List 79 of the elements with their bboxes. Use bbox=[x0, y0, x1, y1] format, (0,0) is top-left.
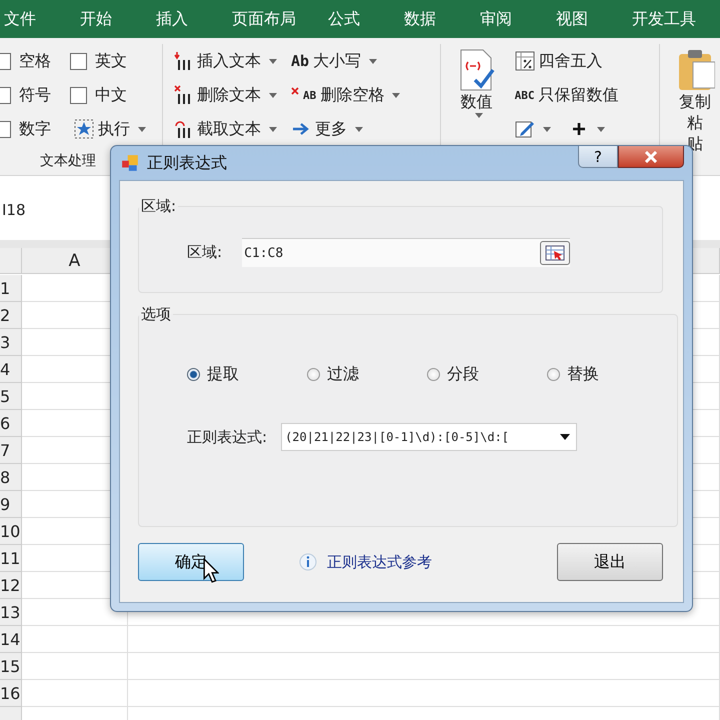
tool-button[interactable]: 更多 bbox=[287, 112, 404, 146]
edit-icon bbox=[514, 119, 535, 139]
caret-icon bbox=[355, 126, 363, 132]
ribbon-tab[interactable]: 数据 bbox=[404, 8, 480, 30]
row-header[interactable]: 7 bbox=[0, 437, 22, 464]
ribbon-tab[interactable]: 公式 bbox=[328, 8, 404, 30]
range-field[interactable]: C1:C8 bbox=[242, 238, 570, 267]
name-box[interactable]: I18 bbox=[0, 201, 26, 219]
radio-option[interactable]: 分段 bbox=[427, 364, 547, 385]
delete-text-icon bbox=[173, 85, 193, 105]
row-header[interactable]: 15 bbox=[0, 653, 22, 680]
row-header[interactable]: 12 bbox=[0, 572, 22, 599]
caret-icon bbox=[138, 126, 146, 132]
caret-icon bbox=[269, 92, 277, 98]
radio-option[interactable]: 过滤 bbox=[307, 364, 427, 385]
row-header[interactable]: 11 bbox=[0, 545, 22, 572]
run-button[interactable]: 执行 bbox=[70, 112, 162, 146]
row-header[interactable]: 6 bbox=[0, 410, 22, 437]
row-header[interactable]: 10 bbox=[0, 518, 22, 545]
checkbox[interactable]: 数字 bbox=[0, 112, 70, 146]
ribbon-tab[interactable]: 开发工具 bbox=[632, 8, 708, 30]
dropdown-icon bbox=[560, 434, 570, 440]
row-header[interactable]: 5 bbox=[0, 383, 22, 410]
help-button[interactable]: ? bbox=[578, 146, 618, 168]
tool-button[interactable]: AB 删除空格 bbox=[287, 78, 404, 112]
caret-icon bbox=[269, 58, 277, 64]
group-title: 选项 bbox=[140, 305, 172, 324]
caret-icon bbox=[474, 113, 483, 118]
row-header[interactable]: 9 bbox=[0, 491, 22, 518]
table-select-icon bbox=[545, 245, 566, 261]
dialog-title: 正则表达式 bbox=[147, 152, 227, 174]
cut-text-icon bbox=[173, 119, 193, 139]
field-label: 正则表达式: bbox=[187, 428, 268, 446]
caret-icon bbox=[392, 92, 400, 98]
close-button[interactable] bbox=[618, 146, 684, 168]
caret-icon bbox=[542, 126, 551, 132]
info-icon bbox=[299, 553, 317, 571]
row-header[interactable]: 16 bbox=[0, 680, 22, 707]
regex-combo-box[interactable]: (20|21|22|23|[0-1]\d):[0-5]\d:[ bbox=[281, 423, 578, 451]
ribbon-tab[interactable]: 文件 bbox=[4, 8, 80, 30]
checkbox[interactable]: 中文 bbox=[70, 78, 162, 112]
tool-button[interactable]: 四舍五入 bbox=[510, 44, 622, 78]
exit-button[interactable]: 退出 bbox=[557, 543, 663, 581]
row-header[interactable]: 14 bbox=[0, 626, 22, 653]
row-header[interactable]: 4 bbox=[0, 356, 22, 383]
row-header[interactable]: 2 bbox=[0, 302, 22, 329]
tool-button[interactable]: ABC 只保留数值 bbox=[510, 78, 622, 112]
group-label: 文本处理 bbox=[40, 152, 96, 170]
checkbox[interactable]: 符号 bbox=[0, 78, 70, 112]
ribbon-tab[interactable]: 开始 bbox=[80, 8, 156, 30]
radio-option[interactable]: 替换 bbox=[547, 364, 667, 385]
row-header[interactable]: 1 bbox=[0, 275, 22, 302]
caret-icon bbox=[269, 126, 277, 132]
caret-icon bbox=[369, 58, 378, 64]
row-header[interactable]: 8 bbox=[0, 464, 22, 491]
table-percent-icon bbox=[514, 51, 535, 71]
row-header[interactable]: 13 bbox=[0, 599, 22, 626]
field-label: 区域: bbox=[187, 243, 222, 262]
tool-button[interactable]: 插入文本 bbox=[169, 44, 281, 78]
range-picker-button[interactable] bbox=[540, 241, 570, 265]
cross-icon bbox=[291, 87, 299, 95]
ribbon-tab[interactable]: 审阅 bbox=[480, 8, 556, 30]
group-title: 区域: bbox=[140, 197, 178, 216]
tool-button[interactable]: 截取文本 bbox=[169, 112, 281, 146]
insert-text-icon bbox=[173, 51, 193, 71]
ribbon-tab[interactable]: 视图 bbox=[556, 8, 632, 30]
caret-icon bbox=[596, 126, 605, 132]
tool-button[interactable]: 删除文本 bbox=[169, 78, 281, 112]
close-icon bbox=[644, 150, 658, 162]
app-icon bbox=[121, 154, 139, 172]
ribbon-tab[interactable]: 插入 bbox=[156, 8, 232, 30]
row-header[interactable]: 3 bbox=[0, 329, 22, 356]
number-button[interactable]: 数值 bbox=[454, 44, 499, 122]
radio-option[interactable]: 提取 bbox=[187, 364, 307, 385]
tool-button[interactable]: Ab 大小写 bbox=[287, 44, 404, 78]
checkbox[interactable]: 英文 bbox=[70, 44, 162, 78]
ribbon-tab[interactable]: 页面布局 bbox=[232, 8, 328, 30]
help-link[interactable]: 正则表达式参考 bbox=[327, 552, 432, 572]
checkbox[interactable]: 空格 bbox=[0, 44, 70, 78]
